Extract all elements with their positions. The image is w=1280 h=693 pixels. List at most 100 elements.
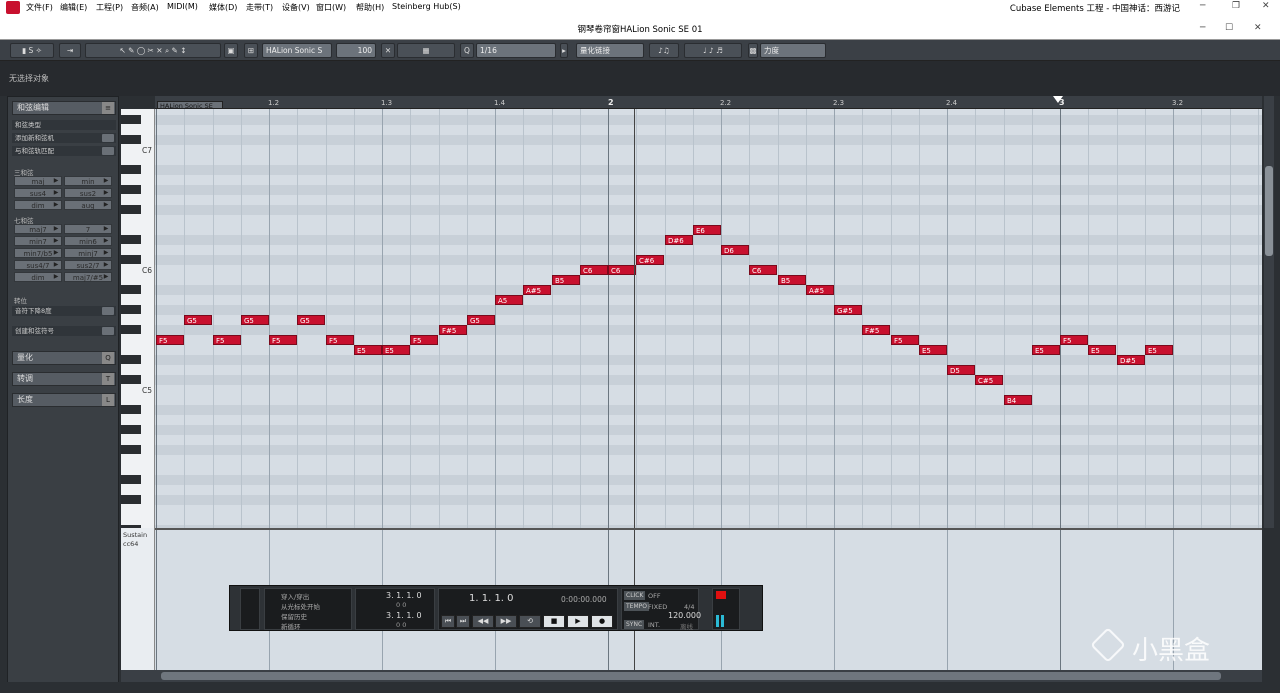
chord-play-icon[interactable]: ▶ — [52, 178, 60, 184]
midi-note[interactable]: D6 — [721, 245, 749, 255]
midi-note[interactable]: D#5 — [1117, 355, 1145, 365]
chord-play-icon[interactable]: ▶ — [102, 250, 110, 256]
black-key[interactable] — [121, 495, 141, 504]
create-chord-symbol-button[interactable] — [102, 327, 114, 335]
play-icon[interactable]: ▶ — [567, 615, 589, 628]
section-quantize[interactable]: 量化 Q — [12, 351, 116, 365]
sevenths-chord-button[interactable]: min7/b5 ▶ — [14, 248, 62, 258]
black-key[interactable] — [121, 405, 141, 414]
goto-end-icon[interactable]: ⏭ — [456, 615, 470, 628]
sevenths-chord-button[interactable]: dim ▶ — [14, 272, 62, 282]
sevenths-chord-button[interactable]: min7 ▶ — [14, 236, 62, 246]
forward-icon[interactable]: ▶▶ — [495, 615, 517, 628]
midi-note[interactable]: D#6 — [665, 235, 693, 245]
chord-play-icon[interactable]: ▶ — [52, 262, 60, 268]
black-key[interactable] — [121, 355, 141, 364]
sevenths-chord-button[interactable]: maj7 ▶ — [14, 224, 62, 234]
autoscroll-icon[interactable]: ⇥ — [59, 43, 81, 58]
match-chord-row[interactable]: 与和弦轨匹配 — [12, 146, 116, 156]
expand-icon[interactable]: ≡ — [102, 102, 114, 114]
midi-note[interactable]: E5 — [1088, 345, 1116, 355]
chord-icon[interactable]: ♪♫ — [649, 43, 679, 58]
close-icon[interactable]: ✕ — [1262, 1, 1270, 11]
quantize-field[interactable]: 1/16 — [476, 43, 556, 58]
controller-lane-header[interactable]: Sustain cc64 — [121, 528, 155, 670]
black-key[interactable] — [121, 255, 141, 264]
triads-chord-button[interactable]: aug ▶ — [64, 200, 112, 210]
x-icon[interactable]: ✕ — [381, 43, 395, 58]
triads-chord-button[interactable]: sus4 ▶ — [14, 188, 62, 198]
black-key[interactable] — [121, 185, 141, 194]
quantize-mode-arrow-icon[interactable]: ▸ — [560, 43, 568, 58]
chord-play-icon[interactable]: ▶ — [52, 250, 60, 256]
midi-note[interactable]: B5 — [778, 275, 806, 285]
grid-icon[interactable]: ▦ — [397, 43, 455, 58]
black-key[interactable] — [121, 285, 141, 294]
timeline-ruler[interactable]: HALion Sonic SE 01 1.21.31.422.22.32.433… — [155, 96, 1262, 118]
mode-new-cycle[interactable]: 新循环 — [281, 621, 301, 631]
black-key[interactable] — [121, 425, 141, 434]
chord-play-icon[interactable]: ▶ — [102, 202, 110, 208]
midi-note[interactable]: A5 — [495, 295, 523, 305]
mode-punch[interactable]: 穿入/穿出 — [281, 591, 309, 601]
midi-note[interactable]: C6 — [580, 265, 608, 275]
sync-label[interactable]: SYNC — [624, 620, 645, 629]
midi-note[interactable]: G#5 — [834, 305, 862, 315]
velocity-field[interactable]: 100 — [336, 43, 376, 58]
black-key[interactable] — [121, 305, 141, 314]
midi-note[interactable]: F5 — [269, 335, 297, 345]
midi-note[interactable]: G5 — [184, 315, 212, 325]
midi-note[interactable]: C#5 — [975, 375, 1003, 385]
quantize-q-icon[interactable]: Q — [460, 43, 474, 58]
midi-note[interactable]: B5 — [552, 275, 580, 285]
position-value[interactable]: 1. 1. 1. 0 — [469, 593, 514, 604]
sevenths-chord-button[interactable]: minj7 ▶ — [64, 248, 112, 258]
locators[interactable]: 3. 1. 1. 0 0 0 3. 1. 1. 0 0 0 — [355, 588, 435, 630]
tempo-label[interactable]: TEMPO — [624, 602, 649, 611]
snap-icon[interactable]: ▣ — [224, 43, 238, 58]
sevenths-chord-button[interactable]: min6 ▶ — [64, 236, 112, 246]
cycle-icon[interactable]: ⟲ — [519, 615, 541, 628]
vertical-scroll-thumb[interactable] — [1265, 166, 1273, 256]
quantize-mode-field[interactable]: 量化链接 — [576, 43, 644, 58]
midi-note[interactable]: E5 — [1145, 345, 1173, 355]
horizontal-scroll-thumb[interactable] — [161, 672, 1221, 680]
sevenths-chord-button[interactable]: sus4/7 ▶ — [14, 260, 62, 270]
note-length-icon[interactable]: ♩ ♪ ♬ — [684, 43, 742, 58]
chord-editor-header[interactable]: 和弦编辑 ≡ — [12, 101, 116, 115]
black-key[interactable] — [121, 115, 141, 124]
time-signature[interactable]: 4/4 — [684, 603, 694, 611]
record-modes[interactable]: 穿入/穿出 从光标处开始 保留历史 新循环 — [264, 588, 352, 631]
chord-play-icon[interactable]: ▶ — [102, 226, 110, 232]
midi-note[interactable]: F5 — [410, 335, 438, 345]
sevenths-chord-button[interactable]: maj7/#5 ▶ — [64, 272, 112, 282]
chord-play-icon[interactable]: ▶ — [102, 274, 110, 280]
black-key[interactable] — [121, 375, 141, 384]
locator-marker-icon[interactable] — [1053, 96, 1063, 103]
goto-start-icon[interactable]: ⏮ — [441, 615, 455, 628]
editor-minimize-icon[interactable]: ─ — [1200, 23, 1205, 33]
chord-play-icon[interactable]: ▶ — [52, 238, 60, 244]
chord-play-icon[interactable]: ▶ — [52, 202, 60, 208]
black-key[interactable] — [121, 135, 141, 144]
midi-note[interactable]: E5 — [1032, 345, 1060, 355]
stop-icon[interactable]: ■ — [543, 615, 565, 628]
chord-play-icon[interactable]: ▶ — [102, 238, 110, 244]
triads-chord-button[interactable]: sus2 ▶ — [64, 188, 112, 198]
midi-note[interactable]: F#5 — [862, 325, 890, 335]
midi-note[interactable]: E6 — [693, 225, 721, 235]
record-icon[interactable]: ● — [591, 615, 613, 628]
editor-maximize-icon[interactable]: ☐ — [1225, 23, 1233, 33]
midi-note[interactable]: A#5 — [523, 285, 551, 295]
black-key[interactable] — [121, 165, 141, 174]
right-locator[interactable]: 3. 1. 1. 0 — [386, 611, 422, 620]
controller-color-icon[interactable]: ▩ — [748, 43, 758, 58]
section-length[interactable]: 长度 L — [12, 393, 116, 407]
tool-buttons[interactable]: ↖ ✎ ◯ ✂ ✕ ⌕ ✎ ↕ — [85, 43, 221, 58]
midi-note[interactable]: F5 — [326, 335, 354, 345]
inspector-toggle-icon[interactable]: ▮ S ✧ — [10, 43, 54, 58]
add-chord-button[interactable] — [102, 134, 114, 142]
chord-play-icon[interactable]: ▶ — [102, 190, 110, 196]
restore-icon[interactable]: ❐ — [1232, 1, 1240, 11]
minimize-icon[interactable]: ─ — [1200, 1, 1205, 11]
